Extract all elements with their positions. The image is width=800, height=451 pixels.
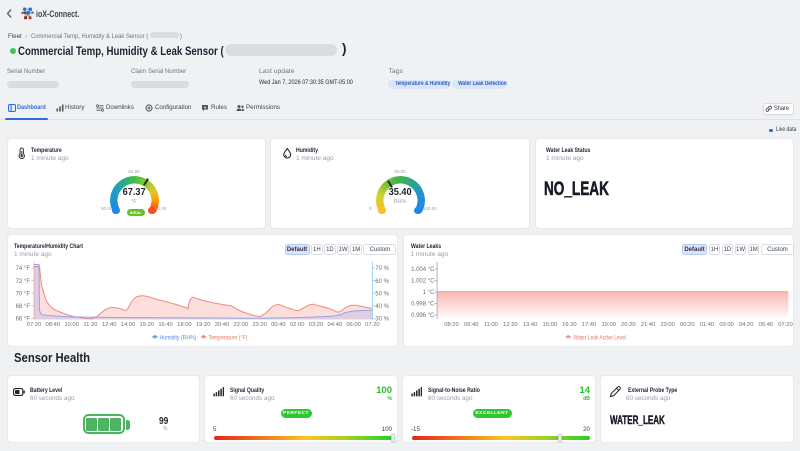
- svg-text:03:20: 03:20: [308, 322, 323, 328]
- svg-text:Temperature (°F): Temperature (°F): [208, 335, 247, 341]
- svg-text:10:00: 10:00: [64, 322, 79, 328]
- svg-text:70 °F: 70 °F: [15, 291, 30, 297]
- svg-text:12:20: 12:20: [503, 322, 518, 328]
- svg-text:11:20: 11:20: [83, 322, 97, 328]
- svg-text:12:40: 12:40: [101, 322, 116, 328]
- svg-text:11:00: 11:00: [483, 322, 497, 328]
- svg-text:06:00: 06:00: [346, 322, 361, 328]
- svg-text:16:20: 16:20: [562, 322, 577, 328]
- svg-text:07:20: 07:20: [26, 322, 41, 328]
- svg-text:00:20: 00:20: [680, 322, 695, 328]
- svg-text:17:40: 17:40: [581, 322, 596, 328]
- svg-text:40 %: 40 %: [375, 304, 389, 310]
- svg-text:13:40: 13:40: [522, 322, 537, 328]
- svg-text:18:00: 18:00: [177, 322, 192, 328]
- svg-text:19:20: 19:20: [195, 322, 210, 328]
- svg-text:03:00: 03:00: [719, 322, 734, 328]
- svg-text:72 °F: 72 °F: [15, 279, 30, 285]
- svg-text:70 %: 70 %: [375, 266, 389, 272]
- svg-text:08:20: 08:20: [444, 322, 459, 328]
- svg-text:04:20: 04:20: [738, 322, 753, 328]
- svg-text:Humidity (RH%): Humidity (RH%): [159, 335, 196, 341]
- svg-text:21:40: 21:40: [640, 322, 655, 328]
- svg-text:22:00: 22:00: [233, 322, 248, 328]
- svg-text:00:40: 00:40: [271, 322, 286, 328]
- svg-text:1.004 °C: 1.004 °C: [411, 267, 435, 273]
- svg-text:Water Leak Active Level: Water Leak Active Level: [573, 335, 625, 342]
- svg-text:0.996 °C: 0.996 °C: [411, 313, 435, 319]
- svg-text:16:40: 16:40: [158, 322, 173, 328]
- svg-text:15:00: 15:00: [542, 322, 557, 328]
- svg-text:68 °F: 68 °F: [15, 304, 30, 310]
- svg-text:60 %: 60 %: [375, 279, 389, 285]
- svg-text:50 %: 50 %: [375, 291, 389, 297]
- svg-text:74 °F: 74 °F: [15, 266, 30, 272]
- svg-text:09:40: 09:40: [463, 322, 478, 328]
- svg-text:1.002 °C: 1.002 °C: [411, 279, 435, 285]
- svg-text:20:40: 20:40: [214, 322, 229, 328]
- svg-text:14:00: 14:00: [120, 322, 135, 328]
- svg-text:01:40: 01:40: [699, 322, 714, 328]
- svg-text:05:40: 05:40: [758, 322, 773, 328]
- svg-text:19:00: 19:00: [601, 322, 616, 328]
- svg-text:02:00: 02:00: [289, 322, 304, 328]
- svg-text:04:40: 04:40: [327, 322, 342, 328]
- svg-text:08:40: 08:40: [45, 322, 60, 328]
- svg-text:23:00: 23:00: [660, 322, 675, 328]
- svg-text:23:20: 23:20: [252, 322, 267, 328]
- svg-text:15:20: 15:20: [139, 322, 154, 328]
- svg-text:07:20: 07:20: [365, 322, 380, 328]
- svg-text:1 °C: 1 °C: [422, 290, 434, 296]
- svg-text:0.998 °C: 0.998 °C: [411, 302, 435, 308]
- svg-text:07:20: 07:20: [778, 322, 793, 328]
- svg-text:20:20: 20:20: [621, 322, 636, 328]
